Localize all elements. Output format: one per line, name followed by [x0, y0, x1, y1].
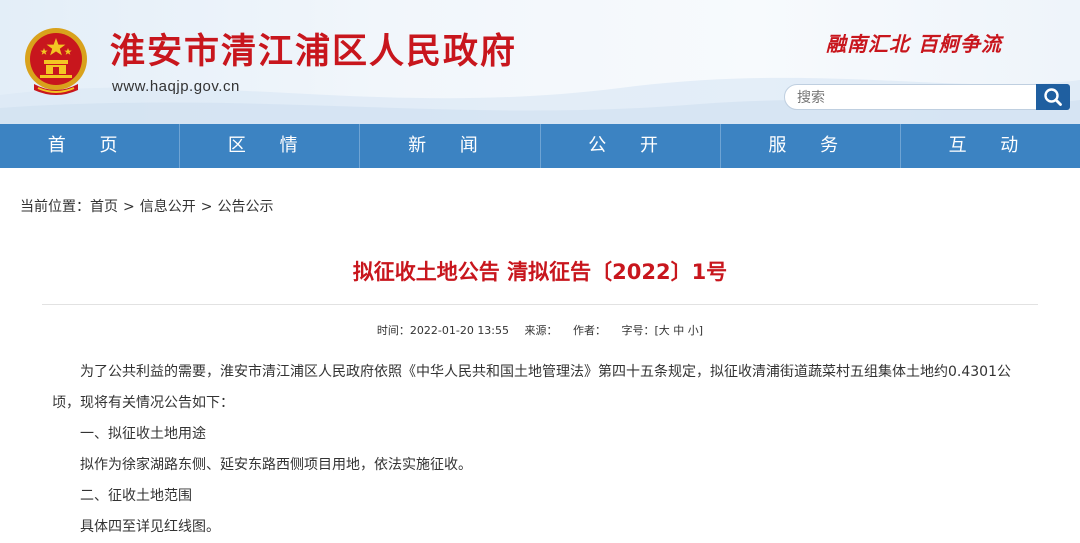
search-button[interactable] [1036, 84, 1070, 110]
site-header: 淮安市清江浦区人民政府 www.haqjp.gov.cn 融南汇北 百舸争流 [0, 0, 1080, 124]
article-body: 为了公共利益的需要，淮安市清江浦区人民政府依照《中华人民共和国土地管理法》第四十… [52, 357, 1032, 543]
site-url: www.haqjp.gov.cn [112, 78, 240, 95]
body-paragraph: 为了公共利益的需要，淮安市清江浦区人民政府依照《中华人民共和国土地管理法》第四十… [52, 364, 1011, 411]
nav-item-public-info[interactable]: 公 开 [541, 124, 721, 168]
article-meta: 时间：2022-01-20 13:55 来源： 作者： 字号：[大 中 小] [0, 322, 1080, 338]
font-size-selector[interactable]: [大 中 小] [655, 324, 704, 337]
nav-item-services[interactable]: 服 务 [721, 124, 901, 168]
site-title[interactable]: 淮安市清江浦区人民政府 [110, 30, 517, 74]
breadcrumb-separator: > [200, 199, 213, 215]
nav-item-news[interactable]: 新 闻 [360, 124, 541, 168]
breadcrumb-announcements[interactable]: 公告公示 [217, 196, 273, 216]
nav-item-district-info[interactable]: 区 情 [180, 124, 361, 168]
article-title: 拟征收土地公告 清拟征告〔2022〕1号 [352, 260, 728, 284]
nav-item-interaction[interactable]: 互 动 [901, 124, 1080, 168]
title-divider [42, 304, 1038, 305]
main-nav: 首 页 区 情 新 闻 公 开 服 务 互 动 [0, 124, 1080, 168]
national-emblem-icon [25, 28, 87, 95]
breadcrumb-separator: > [123, 199, 135, 215]
site-slogan: 融南汇北 百舸争流 [826, 32, 1002, 56]
article-source: 来源： [524, 324, 558, 337]
body-paragraph: 拟作为徐家湖路东侧、延安东路西侧项目用地，依法实施征收。 [80, 457, 472, 473]
nav-item-home[interactable]: 首 页 [0, 124, 181, 168]
article-author: 作者： [573, 324, 607, 337]
font-size-label: 字号： [621, 324, 655, 337]
body-paragraph: 一、拟征收土地用途 [80, 426, 206, 442]
search-input[interactable] [795, 87, 1037, 109]
breadcrumb-public-info[interactable]: 信息公开 [140, 196, 196, 216]
publish-time: 时间：2022-01-20 13:55 [376, 324, 510, 337]
breadcrumb-home[interactable]: 首页 [90, 196, 118, 216]
search-box [784, 84, 1068, 110]
breadcrumb-prefix: 当前位置： [20, 199, 90, 215]
search-icon [1044, 88, 1062, 106]
breadcrumb: 当前位置：首页 > 信息公开 > 公告公示 [20, 196, 273, 216]
body-paragraph: 二、征收土地范围 [80, 488, 192, 504]
